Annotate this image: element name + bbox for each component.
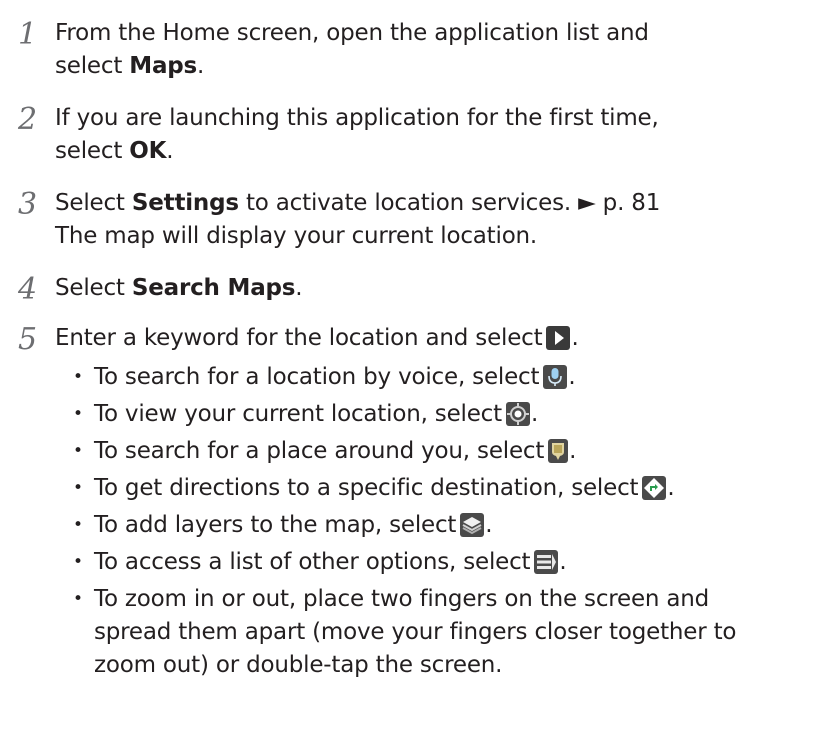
ui-label-search-maps: Search Maps: [131, 275, 296, 301]
places-icon: [548, 439, 569, 463]
step-number: 1: [18, 17, 38, 52]
bullet-item: To view your current location, select.: [94, 401, 539, 427]
bullet-item: To search for a place around you, select…: [94, 438, 577, 464]
step-text: Select Search Maps.: [55, 275, 303, 301]
bullet-marker: •: [73, 404, 84, 424]
step-number: 2: [18, 102, 38, 137]
directions-icon: [642, 476, 667, 500]
step-number: 3: [18, 187, 38, 222]
step-text: Enter a keyword for the location and sel…: [55, 325, 579, 351]
bullet-marker: •: [73, 515, 84, 535]
bullet-marker: •: [73, 367, 84, 387]
bullet-item: To get directions to a specific destinat…: [94, 475, 675, 501]
bullet-marker: •: [73, 478, 84, 498]
bullet-item-continuation: spread them apart (move your fingers clo…: [94, 619, 737, 645]
step-text: Select Settings to activate location ser…: [55, 190, 661, 216]
step-text: select Maps.: [55, 53, 205, 79]
bullet-marker: •: [73, 589, 84, 609]
layers-icon: [460, 513, 485, 537]
search-go-icon: [546, 326, 571, 350]
bullet-item: To zoom in or out, place two fingers on …: [94, 586, 710, 612]
step-text: The map will display your current locati…: [55, 223, 538, 249]
bullet-item: To search for a location by voice, selec…: [94, 364, 576, 390]
microphone-icon: [543, 365, 568, 389]
step-text: From the Home screen, open the applicati…: [55, 20, 649, 46]
my-location-icon: [505, 402, 530, 426]
bullet-item: To add layers to the map, select.: [94, 512, 493, 538]
ui-label-maps: Maps: [129, 53, 198, 79]
ui-label-settings: Settings: [131, 190, 239, 216]
bullet-marker: •: [73, 441, 84, 461]
step-number: 5: [18, 322, 38, 357]
bullet-item: To access a list of other options, selec…: [94, 549, 567, 575]
step-text: select OK.: [55, 138, 174, 164]
bullet-marker: •: [73, 552, 84, 572]
step-number: 4: [18, 272, 38, 307]
bullet-item-continuation: zoom out) or double-tap the screen.: [94, 652, 503, 678]
ui-label-ok: OK: [129, 138, 167, 164]
menu-icon: [534, 550, 559, 574]
step-text: If you are launching this application fo…: [55, 105, 659, 131]
